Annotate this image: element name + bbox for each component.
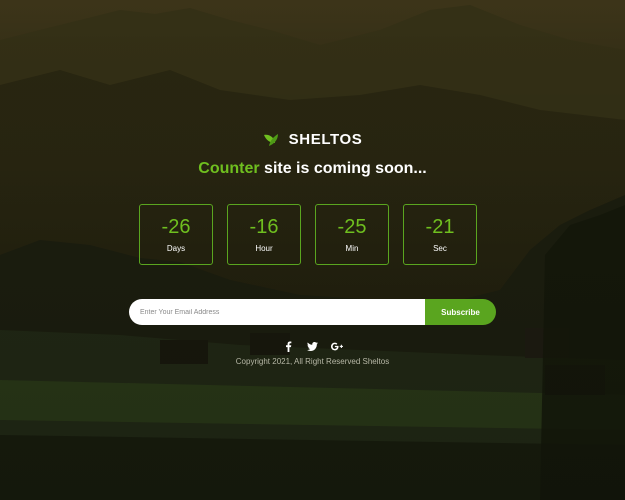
headline-text: site is coming soon... [259,160,427,177]
email-input[interactable] [129,299,425,325]
countdown-value: -26 [161,216,191,238]
countdown-label: Days [166,244,186,253]
copyright-text: Copyright 2021, All Right Reserved Shelt… [235,357,390,366]
countdown-value: -16 [249,216,279,238]
subscribe-button[interactable]: Subscribe [425,299,496,325]
countdown-minutes: -25 Min [315,204,389,265]
subscribe-form: Subscribe [129,299,496,325]
page-headline: Counter site is coming soon... [0,160,625,178]
headline-accent: Counter [198,160,260,177]
brand-logo[interactable]: SHELTOS [0,131,625,148]
countdown-label: Sec [433,244,447,253]
facebook-icon[interactable] [283,340,295,352]
countdown-timer: -26 Days -16 Hour -25 Min -21 Sec [139,204,477,265]
countdown-seconds: -21 Sec [403,204,477,265]
countdown-value: -25 [337,216,367,238]
coming-soon-content: SHELTOS Counter site is coming soon... -… [0,0,625,500]
countdown-hours: -16 Hour [227,204,301,265]
countdown-label: Hour [255,244,273,253]
brand-name: SHELTOS [288,131,363,148]
leaf-icon [263,133,278,146]
countdown-label: Min [345,244,359,253]
social-links [0,340,625,352]
twitter-icon[interactable] [307,340,319,352]
countdown-days: -26 Days [139,204,213,265]
google-plus-icon[interactable] [330,340,343,352]
countdown-value: -21 [425,216,455,238]
